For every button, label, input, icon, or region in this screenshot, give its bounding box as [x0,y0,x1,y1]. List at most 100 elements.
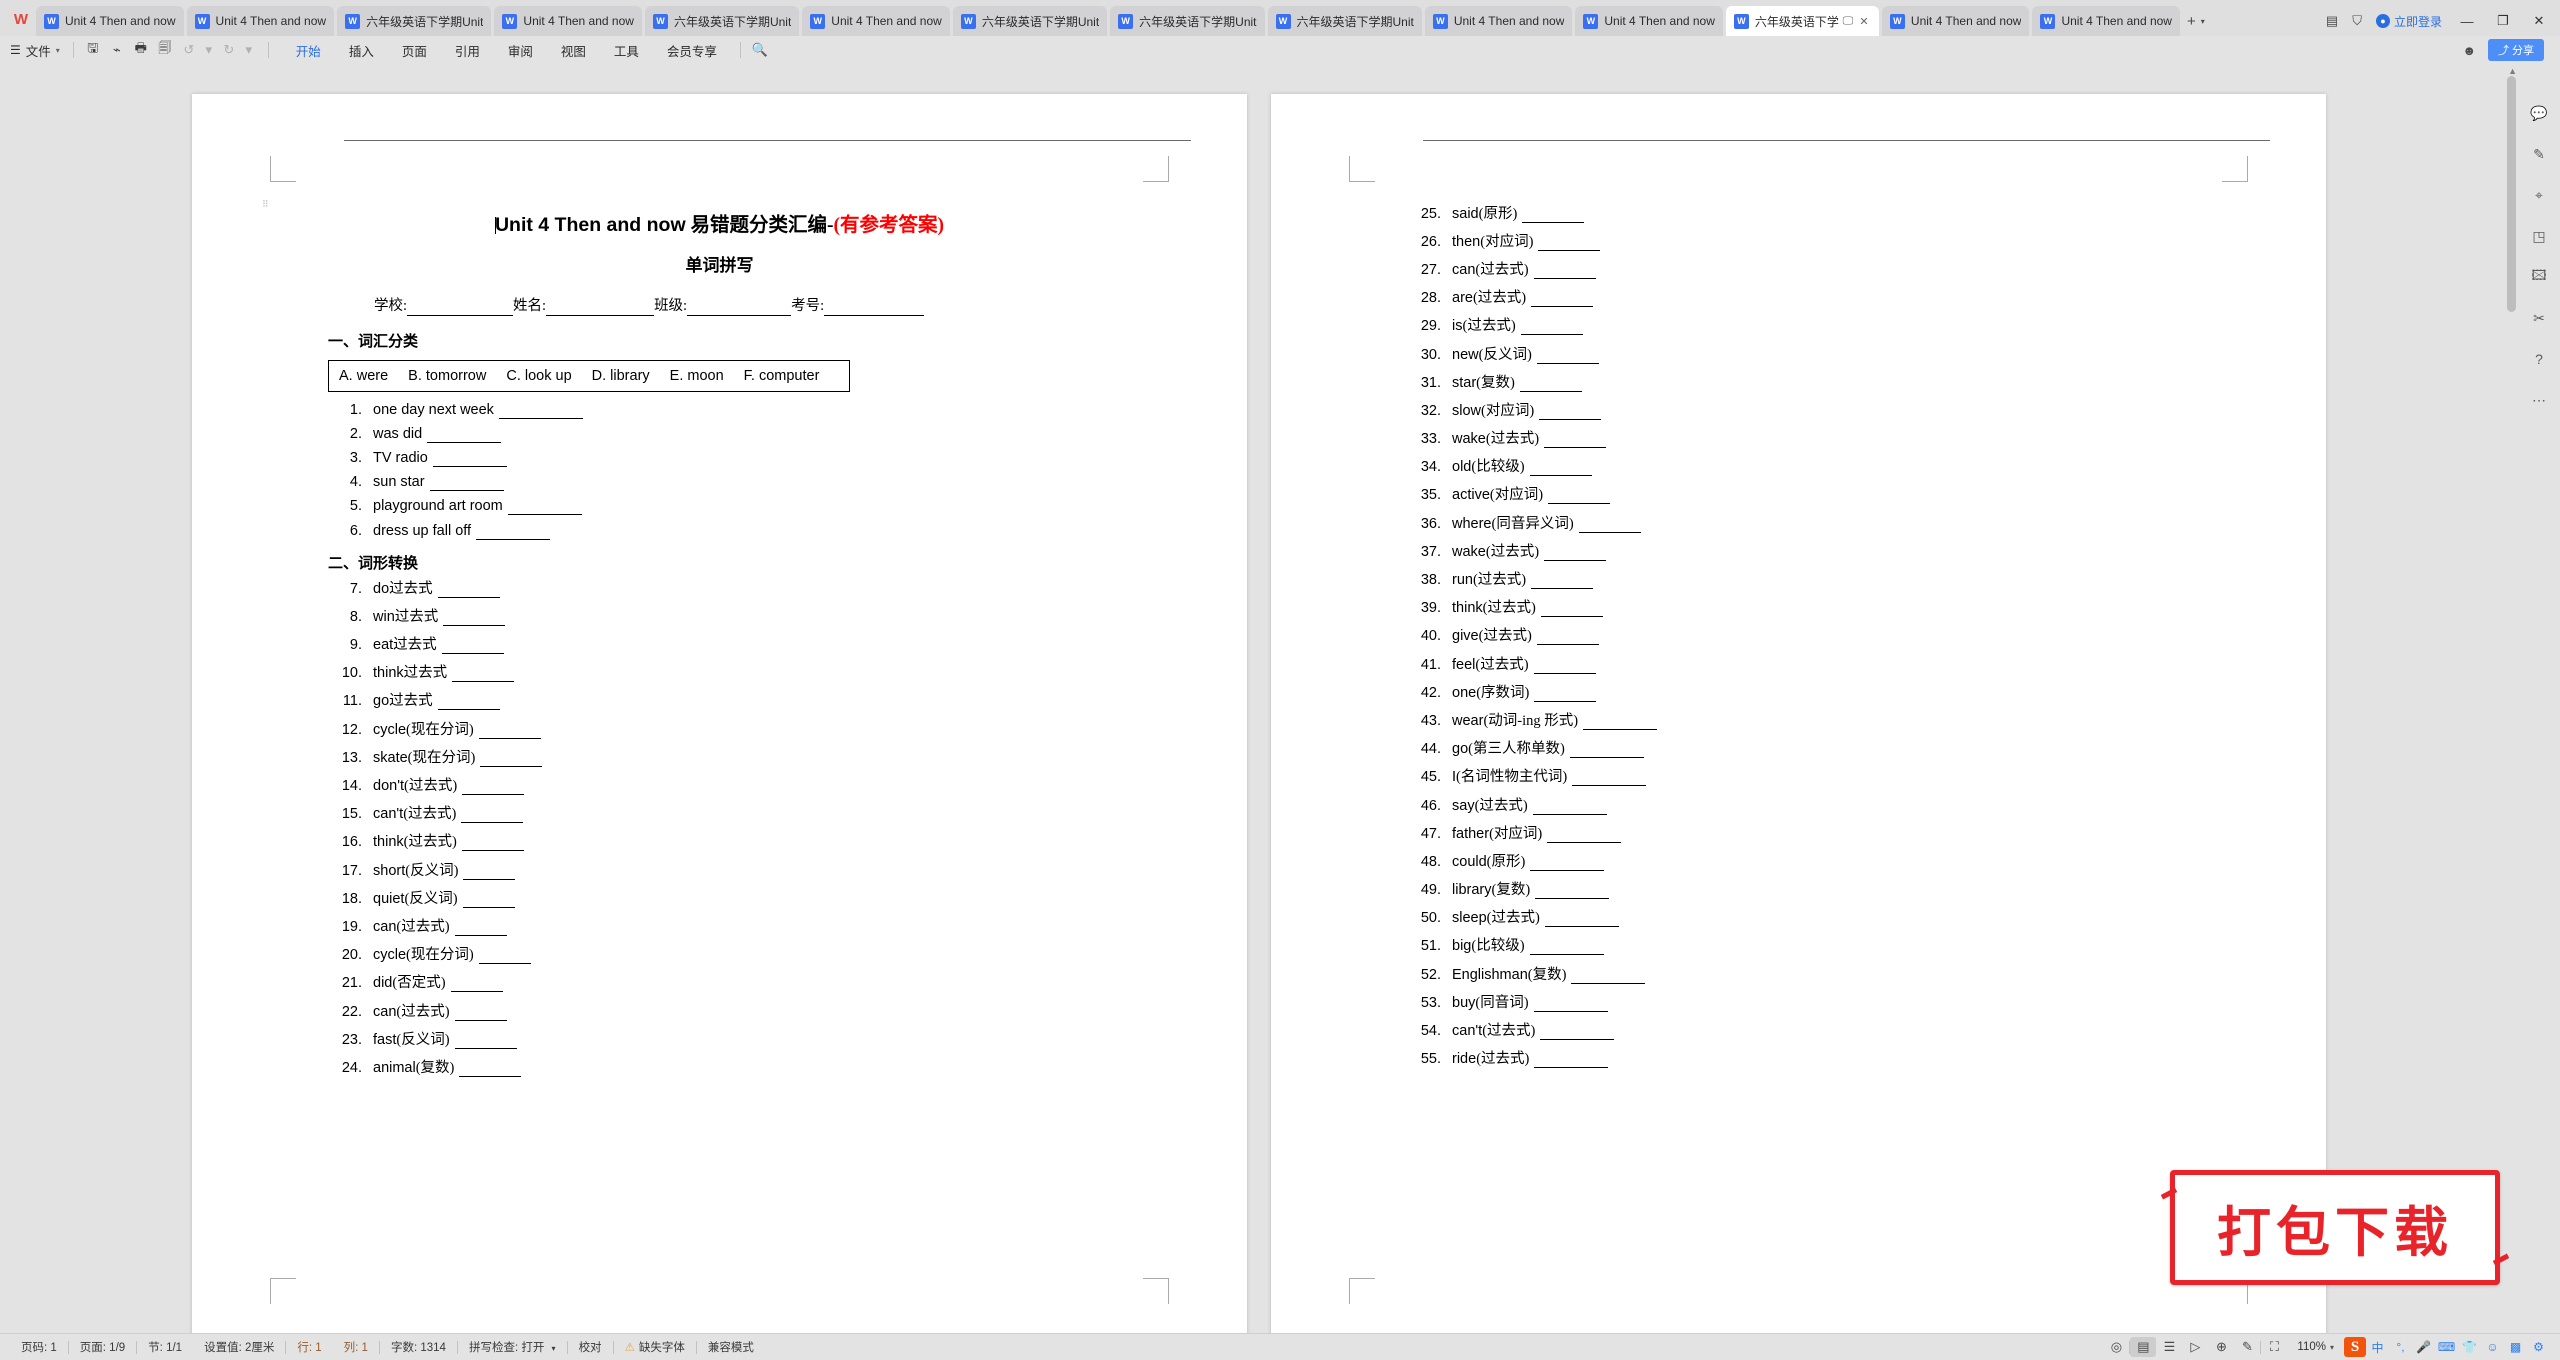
sogou-ime-icon[interactable]: S [2344,1337,2366,1357]
answer-blank[interactable] [478,722,541,739]
answer-blank[interactable] [1529,938,1604,956]
document-tab[interactable]: W Unit 4 Then and now [1575,6,1723,36]
answer-blank[interactable] [1572,769,1647,787]
answer-blank[interactable] [450,975,503,993]
undo-icon[interactable]: ↺ [179,40,199,60]
answer-blank[interactable] [1536,628,1599,646]
undo-dropdown-icon[interactable]: ▾ [203,40,215,60]
question-item[interactable]: 17. short (反义词) [282,855,1157,883]
answer-blank[interactable] [1522,206,1585,223]
question-item[interactable]: 53. buy (同音词) [1361,987,2236,1015]
ribbon-tab-插入[interactable]: 插入 [335,38,388,63]
question-item[interactable]: 2. was did [282,422,1157,446]
answer-blank[interactable] [463,863,516,880]
status-page-number[interactable]: 页码: 1 [10,1339,68,1355]
document-page-2[interactable]: 25. said (原形) 26. then (对应词) 27. can (过去式) … [1271,94,2326,1333]
answer-blank[interactable] [462,778,525,796]
question-item[interactable]: 47. father (对应词) [1361,818,2236,846]
question-item[interactable]: 45. I (名词性物主代词) [1361,762,2236,790]
answer-blank[interactable] [437,693,500,711]
document-tab[interactable]: W Unit 4 Then and now [494,6,642,36]
question-item[interactable]: 48. could (原形) [1361,846,2236,874]
answer-blank[interactable] [461,834,524,852]
question-item[interactable]: 27. can (过去式) [1361,254,2236,282]
question-item[interactable]: 46. say (过去式) [1361,790,2236,818]
scroll-up-arrow[interactable]: ▲ [2508,66,2517,76]
ribbon-tab-审阅[interactable]: 审阅 [494,38,547,63]
answer-blank[interactable] [1530,854,1605,871]
answer-blank[interactable] [1531,290,1594,308]
question-item[interactable]: 32. slow (对应词) [1361,395,2236,423]
document-tab[interactable]: W Unit 4 Then and now [1881,6,2030,36]
document-tab[interactable]: W Unit 4 Then and now [1424,6,1573,36]
status-spellcheck[interactable]: 拼写检查: 打开 ▾ [458,1339,567,1355]
answer-blank[interactable] [441,637,504,655]
close-icon[interactable]: ✕ [1857,14,1871,28]
question-item[interactable]: 29. is (过去式) [1361,311,2236,339]
question-item[interactable]: 11. go 过去式 [282,686,1157,714]
redo-icon[interactable]: ↻ [219,40,239,60]
login-button[interactable]: ● 立即登录 [2375,13,2442,30]
ime-language-icon[interactable]: 中 [2366,1337,2389,1357]
document-tab[interactable]: W 六年级英语下学期Unit [1110,6,1265,36]
shapes-icon[interactable]: ◳ [2527,225,2551,247]
question-item[interactable]: 4. sun star [282,471,1157,495]
answer-blank[interactable] [443,609,506,626]
question-item[interactable]: 25. said (原形) [1361,198,2236,226]
maximize-button[interactable]: ❐ [2492,13,2514,29]
fullscreen-icon[interactable]: ⛶ [2261,1337,2287,1357]
answer-blank[interactable] [454,1004,507,1021]
vertical-scrollbar[interactable] [2507,76,2516,312]
comment-icon[interactable]: 💬 [2527,102,2551,124]
answer-blank[interactable] [1532,798,1607,815]
chevron-down-icon[interactable]: ▾ [2201,17,2205,26]
ribbon-tab-开始[interactable]: 开始 [282,38,335,67]
answer-blank[interactable] [429,474,504,492]
outline-view-icon[interactable]: ☰ [2156,1337,2182,1357]
share-button[interactable]: ⤴ 分享 [2488,39,2544,61]
ribbon-tab-引用[interactable]: 引用 [441,38,494,63]
print-preview-icon[interactable]: 🗐 [155,40,175,60]
answer-blank[interactable] [437,581,500,598]
answer-blank[interactable] [1578,516,1641,533]
microphone-icon[interactable]: 🎤 [2412,1337,2435,1357]
keyboard-icon[interactable]: ⌨ [2435,1337,2458,1357]
question-item[interactable]: 43. wear (动词-ing 形式) [1361,705,2236,733]
picture-icon[interactable]: 🖾 [2527,266,2551,288]
scissors-icon[interactable]: ✂ [2527,307,2551,329]
document-tab[interactable]: W Unit 4 Then and now [802,6,950,36]
answer-blank[interactable] [1571,967,1646,984]
question-item[interactable]: 28. are (过去式) [1361,283,2236,311]
question-item[interactable]: 22. can (过去式) [282,996,1157,1024]
question-item[interactable]: 14. don't (过去式) [282,770,1157,798]
chevron-down-icon[interactable]: ▾ [552,1344,556,1353]
eye-icon[interactable]: ◎ [2103,1337,2129,1357]
minimize-button[interactable]: — [2456,14,2478,29]
document-tab[interactable]: W 六年级英语下学期Unit [1267,6,1422,36]
answer-blank[interactable] [478,947,531,965]
status-pages[interactable]: 页面: 1/9 [69,1339,136,1355]
highlight-pen-icon[interactable]: ✎ [2234,1337,2260,1357]
reading-view-icon[interactable]: ▷ [2182,1337,2208,1357]
ribbon-tab-工具[interactable]: 工具 [600,38,653,63]
question-item[interactable]: 39. think (过去式) [1361,593,2236,621]
question-item[interactable]: 35. active (对应词) [1361,480,2236,508]
question-item[interactable]: 55. ride (过去式) [1361,1044,2236,1072]
close-button[interactable]: ✕ [2528,13,2550,29]
ime-punctuation-icon[interactable]: °, [2389,1337,2412,1357]
more-options-icon[interactable]: ⋯ [2527,389,2551,411]
question-item[interactable]: 3. TV radio [282,446,1157,470]
answer-blank[interactable] [432,450,507,467]
answer-blank[interactable] [427,426,502,443]
answer-blank[interactable] [1533,262,1596,279]
question-item[interactable]: 33. wake (过去式) [1361,424,2236,452]
answer-blank[interactable] [1519,375,1582,392]
answer-blank[interactable] [452,665,515,683]
status-column[interactable]: 列: 1 [333,1339,379,1355]
question-item[interactable]: 8. win 过去式 [282,601,1157,629]
answer-blank[interactable] [1544,544,1607,561]
question-item[interactable]: 44. go (第三人称单数) [1361,734,2236,762]
document-tab[interactable]: W Unit 4 Then and now [36,6,184,36]
question-item[interactable]: 26. then (对应词) [1361,226,2236,254]
help-icon[interactable]: ☻ [2462,43,2476,58]
